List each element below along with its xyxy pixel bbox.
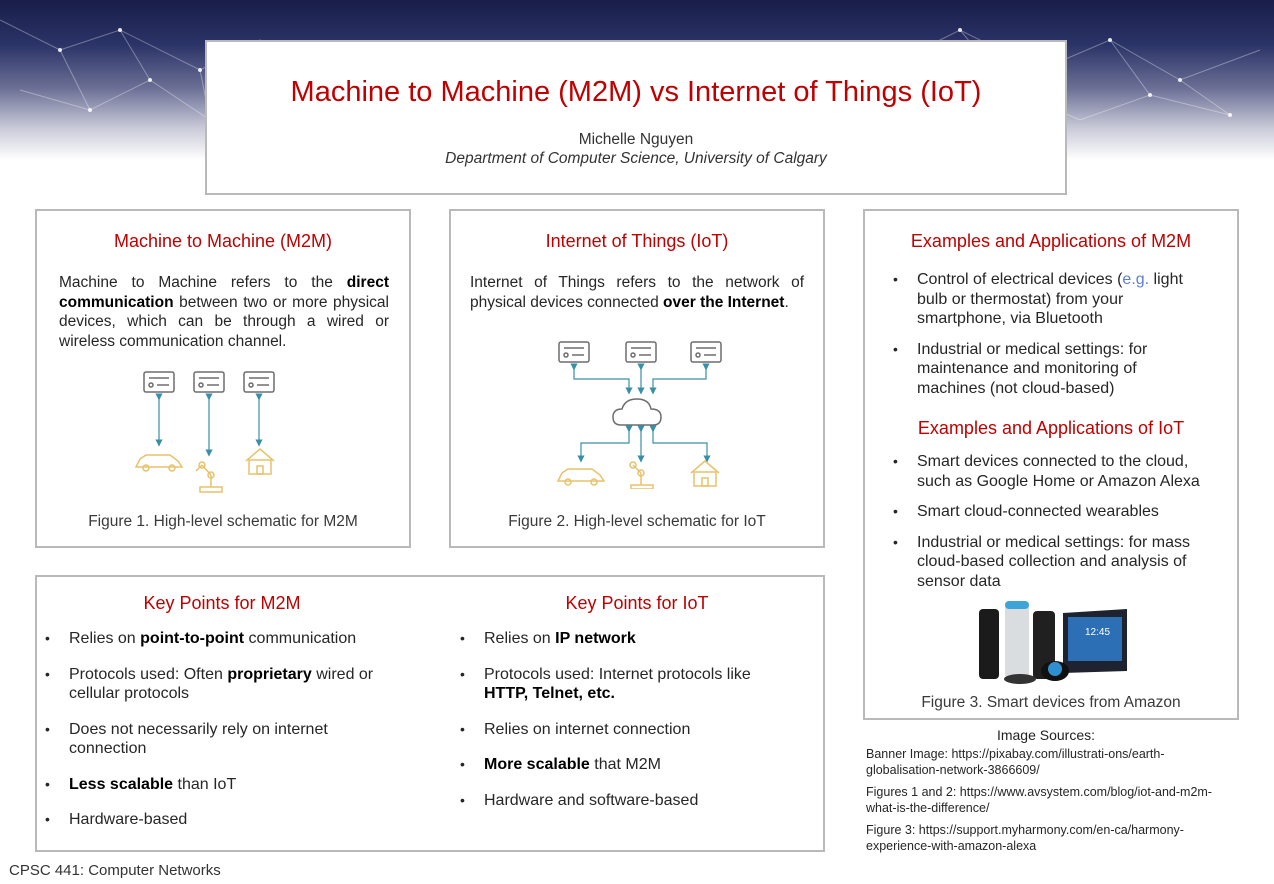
m2m-heading: Machine to Machine (M2M) [113,231,333,251]
list-item-bold: More scalable [484,756,590,773]
m2m-examples-list: Control of electrical devices (e.g. ligh… [887,270,1209,409]
list-item: Relies on IP network [454,629,794,649]
figure1-caption: Figure 1. High-level schematic for M2M [88,513,358,530]
examples-panel: Examples and Applications of M2M Control… [863,209,1239,720]
title-box: Machine to Machine (M2M) vs Internet of … [205,40,1067,195]
server-icon [193,371,225,393]
list-item-text: Control of electrical devices ( [917,271,1123,288]
list-item-text: Relies on [69,630,141,647]
server-icon [690,341,722,363]
robot-arm-icon [629,461,654,489]
list-item: Industrial or medical settings: for mass… [887,533,1209,592]
cloud-icon [612,398,662,426]
house-icon [690,460,720,487]
list-item-text: Hardware-based [69,811,188,828]
list-item: Smart devices connected to the cloud, su… [887,452,1209,491]
image-sources: Image Sources: Banner Image: https://pix… [866,727,1226,860]
iot-keypoints-list: Relies on IP network Protocols used: Int… [454,629,794,826]
robot-arm-icon [195,461,223,493]
m2m-panel: Machine to Machine (M2M) Machine to Mach… [35,209,411,548]
iot-examples-heading: Examples and Applications of IoT [917,418,1185,438]
list-item: Relies on point-to-point communication [39,629,409,649]
list-item: Does not necessarily rely on internet co… [39,720,409,759]
figures12-source: Figures 1 and 2: https://www.avsystem.co… [866,785,1212,815]
m2m-schematic-diagram [134,371,275,493]
keypoints-panel: Key Points for M2M Key Points for IoT Re… [35,575,825,852]
list-item: Protocols used: Often proprietary wired … [39,665,409,704]
iot-heading: Internet of Things (IoT) [545,231,729,251]
iot-panel: Internet of Things (IoT) Internet of Thi… [449,209,825,548]
list-item-bold: IP network [555,630,636,647]
amazon-devices-image: 12:45 [979,601,1127,684]
iot-desc-bold: over the Internet [663,293,785,311]
iot-keypoints-heading: Key Points for IoT [565,593,709,613]
list-item-text: Protocols used: Often [69,665,228,683]
list-item-bold: HTTP, Telnet, etc. [484,685,615,702]
iot-description: Internet of Things refers to the network… [470,273,804,312]
list-item: Hardware-based [39,810,409,830]
image-sources-title: Image Sources: [996,727,1096,743]
list-item: Protocols used: Internet protocols like … [454,665,794,704]
banner-source: Banner Image: https://pixabay.com/illust… [866,747,1165,777]
list-item: Smart cloud-connected wearables [887,502,1209,522]
course-footer: CPSC 441: Computer Networks [9,862,221,879]
server-icon [243,371,275,393]
echo-show-screen-time: 12:45 [1085,627,1110,638]
list-item-bold: Less scalable [69,775,174,793]
list-item-bold: point-to-point [140,630,245,647]
list-item: More scalable that M2M [454,755,794,775]
list-item: Industrial or medical settings: for main… [887,340,1209,399]
list-item: Relies on internet connection [454,720,794,740]
list-item-text: Hardware and software-based [484,791,699,809]
list-item: Less scalable than IoT [39,775,409,795]
department: Department of Computer Science, Universi… [445,150,827,167]
m2m-description: Machine to Machine refers to the direct … [59,273,389,351]
list-item-text: communication [244,630,357,647]
figure3-source: Figure 3: https://support.myharmony.com/… [866,823,1184,853]
server-icon [143,371,175,393]
author-name: Michelle Nguyen [578,131,694,148]
m2m-examples-heading: Examples and Applications of M2M [910,231,1192,251]
list-item-text: that M2M [589,756,661,773]
list-item-bold: proprietary [227,665,312,683]
list-item-text: than IoT [173,775,237,793]
eg-link[interactable]: e.g. [1122,271,1149,288]
list-item-text: Does not necessarily rely on internet co… [69,720,328,758]
iot-schematic-diagram [556,341,722,489]
list-item: Hardware and software-based [454,791,794,811]
m2m-keypoints-heading: Key Points for M2M [143,593,301,613]
car-icon [556,468,606,486]
figure3-caption: Figure 3. Smart devices from Amazon [921,694,1181,711]
iot-desc-text-end: . [784,293,789,311]
list-item-text: Relies on [484,630,556,647]
list-item: Control of electrical devices (e.g. ligh… [887,270,1209,329]
server-icon [625,341,657,363]
iot-examples-list: Smart devices connected to the cloud, su… [887,452,1209,602]
house-icon [245,448,275,475]
poster-title: Machine to Machine (M2M) vs Internet of … [290,76,982,108]
list-item-text: Relies on internet connection [484,720,691,738]
server-icon [558,341,590,363]
list-item-text: Protocols used: Internet protocols like [484,665,751,683]
car-icon [134,454,184,472]
m2m-keypoints-list: Relies on point-to-point communication P… [39,629,409,846]
m2m-desc-text: Machine to Machine refers to the [59,274,347,291]
figure2-caption: Figure 2. High-level schematic for IoT [508,513,766,530]
